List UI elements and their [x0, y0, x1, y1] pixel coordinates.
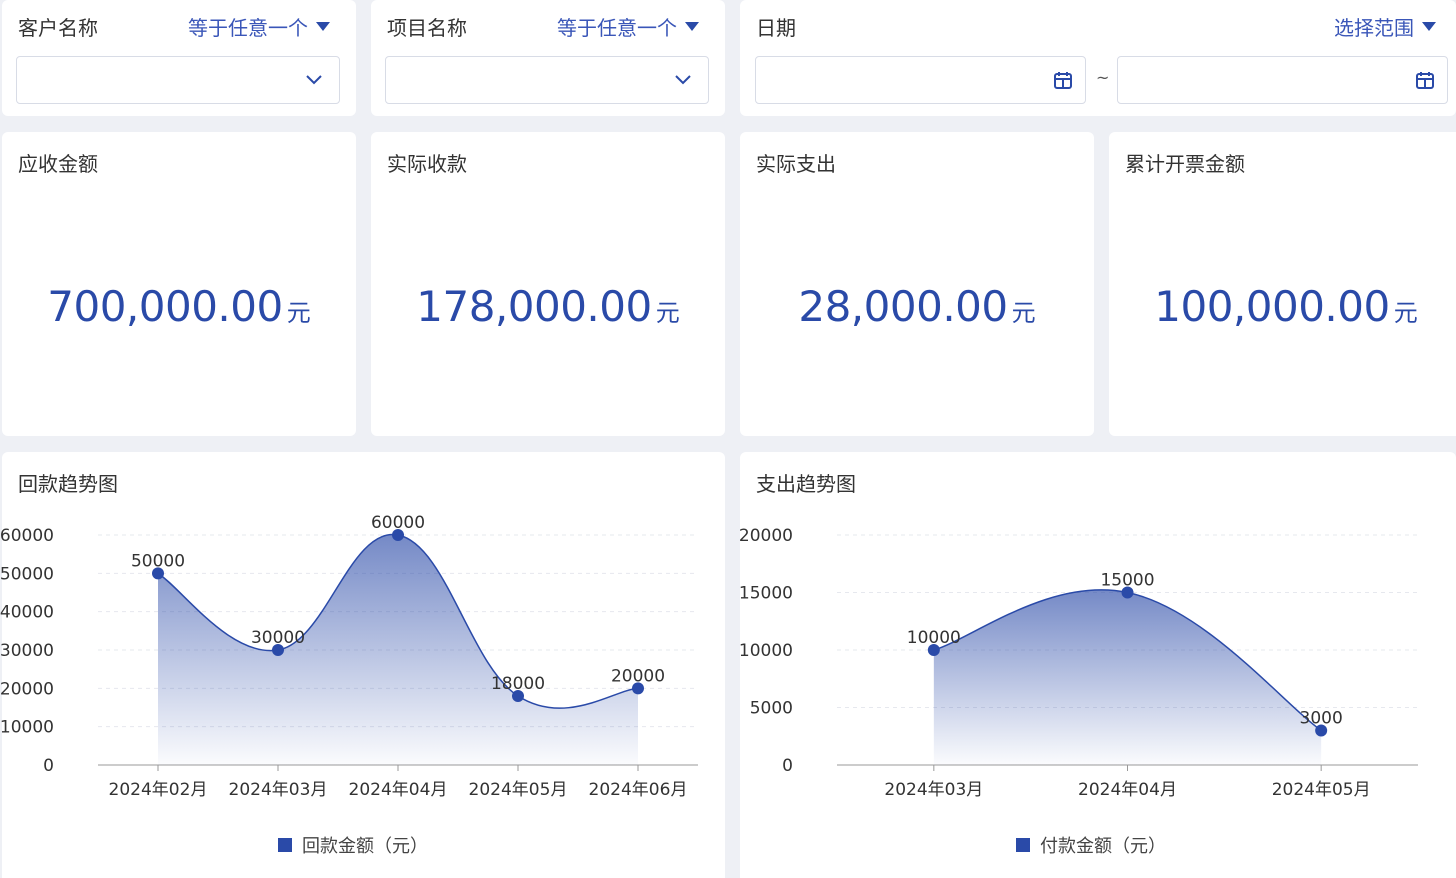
- kpi-value: 700,000.00: [47, 282, 283, 331]
- calendar-icon: [1416, 72, 1434, 89]
- receipt-trend-chart: 0 10000 20000 30000 40000 50000 60000 2024年02月 2…: [0, 513, 698, 800]
- legend-swatch: [278, 838, 292, 852]
- project-select[interactable]: [385, 56, 709, 104]
- kpi-title: 应收金额: [18, 152, 98, 176]
- area-fill: [933, 589, 1322, 765]
- filter-operator-label: 选择范围: [1334, 16, 1414, 40]
- legend-swatch: [1016, 838, 1030, 852]
- y-tick-label: 10000: [0, 718, 54, 738]
- filter-date: 日期 选择范围 ~: [740, 0, 1456, 116]
- filter-operator-label: 等于任意一个: [557, 16, 677, 40]
- data-label: 10000: [907, 628, 961, 648]
- filter-operator-dropdown[interactable]: 等于任意一个: [557, 12, 699, 41]
- kpi-unit: 元: [1011, 299, 1036, 327]
- filter-label: 项目名称: [387, 16, 467, 40]
- data-label: 18000: [491, 674, 545, 694]
- kpi-value-block: 700,000.00 元: [2, 282, 356, 331]
- filter-operator-dropdown[interactable]: 等于任意一个: [188, 12, 330, 41]
- kpi-unit: 元: [286, 299, 311, 327]
- y-tick-label: 50000: [0, 564, 54, 584]
- expense-trend-chart: 0 5000 10000 15000 20000 2024年03月 2024年04月 2024…: [740, 526, 1418, 800]
- x-tick-label: 2024年05月: [1272, 780, 1371, 800]
- y-tick-label: 0: [782, 756, 793, 776]
- filter-operator-dropdown[interactable]: 选择范围: [1334, 12, 1436, 41]
- filter-operator-label: 等于任意一个: [188, 16, 308, 40]
- kpi-title: 实际收款: [387, 152, 467, 176]
- kpi-unit: 元: [1393, 299, 1418, 327]
- y-tick-label: 20000: [0, 679, 54, 699]
- data-label: 50000: [131, 551, 185, 571]
- y-tick-label: 60000: [0, 526, 54, 546]
- kpi-value: 28,000.00: [798, 282, 1008, 331]
- x-tick-label: 2024年04月: [349, 780, 448, 800]
- y-tick-label: 10000: [740, 641, 793, 661]
- data-label: 15000: [1100, 571, 1154, 591]
- filter-project: 项目名称 等于任意一个: [371, 0, 725, 116]
- chevron-down-icon: [306, 75, 322, 85]
- y-tick-label: 40000: [0, 603, 54, 623]
- x-tick-label: 2024年03月: [229, 780, 328, 800]
- filter-label: 日期: [756, 16, 796, 40]
- x-tick-label: 2024年05月: [469, 780, 568, 800]
- chart-title: 回款趋势图: [18, 472, 118, 496]
- caret-down-icon: [1422, 22, 1436, 31]
- x-tick-label: 2024年03月: [884, 780, 983, 800]
- kpi-title: 累计开票金额: [1125, 152, 1245, 176]
- x-tick-label: 2024年02月: [109, 780, 208, 800]
- kpi-value: 178,000.00: [416, 282, 652, 331]
- caret-down-icon: [685, 22, 699, 31]
- kpi-value-block: 28,000.00 元: [740, 282, 1094, 331]
- data-label: 30000: [251, 628, 305, 648]
- data-label: 20000: [611, 666, 665, 686]
- chevron-down-icon: [675, 75, 691, 85]
- legend-label: 回款金额（元）: [302, 836, 428, 857]
- kpi-value-block: 178,000.00 元: [371, 282, 725, 331]
- y-tick-label: 20000: [740, 526, 793, 546]
- filter-customer: 客户名称 等于任意一个: [2, 0, 356, 116]
- chart-legend[interactable]: 付款金额（元）: [1016, 832, 1166, 858]
- kpi-value: 100,000.00: [1154, 282, 1390, 331]
- data-label: 3000: [1300, 709, 1343, 729]
- chart-legend[interactable]: 回款金额（元）: [278, 832, 428, 858]
- caret-down-icon: [316, 22, 330, 31]
- filter-label: 客户名称: [18, 16, 98, 40]
- kpi-title: 实际支出: [756, 152, 836, 176]
- kpi-value-block: 100,000.00 元: [1109, 282, 1456, 331]
- x-tick-label: 2024年06月: [589, 780, 688, 800]
- y-tick-label: 15000: [740, 584, 793, 604]
- customer-select[interactable]: [16, 56, 340, 104]
- x-tick-label: 2024年04月: [1078, 780, 1177, 800]
- y-tick-label: 0: [43, 756, 54, 776]
- data-label: 60000: [371, 513, 425, 533]
- y-tick-label: 5000: [750, 699, 793, 719]
- kpi-unit: 元: [655, 299, 680, 327]
- legend-label: 付款金额（元）: [1040, 836, 1166, 857]
- date-range-separator: ~: [1096, 68, 1110, 87]
- chart-title: 支出趋势图: [756, 472, 856, 496]
- date-end-input[interactable]: [1117, 56, 1448, 104]
- y-tick-label: 30000: [0, 641, 54, 661]
- date-start-input[interactable]: [755, 56, 1086, 104]
- calendar-icon: [1054, 72, 1072, 89]
